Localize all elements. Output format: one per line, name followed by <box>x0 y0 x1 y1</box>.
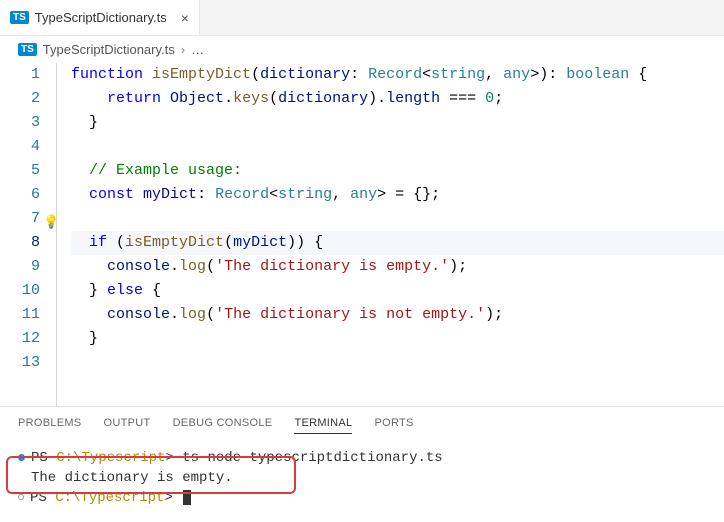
breadcrumb-filename: TypeScriptDictionary.ts <box>43 42 175 57</box>
line-number: 12 <box>0 327 40 351</box>
typescript-icon: TS <box>18 43 37 56</box>
code-line[interactable] <box>71 351 724 375</box>
tab-problems[interactable]: PROBLEMS <box>18 417 82 434</box>
dot-icon <box>18 454 25 461</box>
code-line[interactable]: console.log('The dictionary is empty.'); <box>71 255 724 279</box>
panel-tabs: PROBLEMS OUTPUT DEBUG CONSOLE TERMINAL P… <box>0 407 724 440</box>
code-line[interactable]: const myDict: Record<string, any> = {}; <box>71 183 724 207</box>
lightbulb-icon[interactable]: 💡 <box>43 211 59 235</box>
line-number: 3 <box>0 111 40 135</box>
breadcrumb-ellipsis: … <box>191 42 204 57</box>
line-number: 4 <box>0 135 40 159</box>
tab-ports[interactable]: PORTS <box>374 417 413 434</box>
terminal-line: PS C:\Typescript> ts-node typescriptdict… <box>18 448 706 468</box>
line-number: 6 <box>0 183 40 207</box>
code-line[interactable]: } else { <box>71 279 724 303</box>
terminal-cursor <box>183 490 191 505</box>
code-line[interactable]: return Object.keys(dictionary).length ==… <box>71 87 724 111</box>
tab-terminal[interactable]: TERMINAL <box>294 417 352 434</box>
line-number: 11 <box>0 303 40 327</box>
chevron-right-icon: › <box>181 42 185 57</box>
terminal-output: The dictionary is empty. <box>18 468 706 488</box>
code-line[interactable]: console.log('The dictionary is not empty… <box>71 303 724 327</box>
code-line[interactable] <box>71 207 724 231</box>
line-number: 8 <box>0 231 40 255</box>
typescript-icon: TS <box>10 11 29 24</box>
line-number: 1 <box>0 63 40 87</box>
code-editor[interactable]: 1 2 3 4 5 6 7 8 9 10 11 12 13 💡 function… <box>0 63 724 406</box>
terminal[interactable]: PS C:\Typescript> ts-node typescriptdict… <box>0 440 724 522</box>
code-line[interactable]: } <box>71 111 724 135</box>
code-area[interactable]: 💡 function isEmptyDict(dictionary: Recor… <box>56 63 724 406</box>
bottom-panel: PROBLEMS OUTPUT DEBUG CONSOLE TERMINAL P… <box>0 406 724 522</box>
close-icon[interactable]: × <box>181 11 189 25</box>
editor-tab[interactable]: TS TypeScriptDictionary.ts × <box>0 0 200 35</box>
dot-icon <box>18 494 24 500</box>
code-line[interactable]: // Example usage: <box>71 159 724 183</box>
code-line[interactable]: } <box>71 327 724 351</box>
code-line[interactable] <box>71 135 724 159</box>
line-number: 5 <box>0 159 40 183</box>
code-line[interactable]: if (isEmptyDict(myDict)) { <box>71 231 724 255</box>
tab-filename: TypeScriptDictionary.ts <box>35 10 167 25</box>
breadcrumb[interactable]: TS TypeScriptDictionary.ts › … <box>0 36 724 63</box>
tab-bar: TS TypeScriptDictionary.ts × <box>0 0 724 36</box>
line-number: 13 <box>0 351 40 375</box>
line-number: 9 <box>0 255 40 279</box>
line-number: 7 <box>0 207 40 231</box>
code-line[interactable]: function isEmptyDict(dictionary: Record<… <box>71 63 724 87</box>
tab-output[interactable]: OUTPUT <box>104 417 151 434</box>
terminal-line: PS C:\Typescript> <box>18 488 706 508</box>
tab-debug-console[interactable]: DEBUG CONSOLE <box>173 417 273 434</box>
line-number: 2 <box>0 87 40 111</box>
line-number: 10 <box>0 279 40 303</box>
